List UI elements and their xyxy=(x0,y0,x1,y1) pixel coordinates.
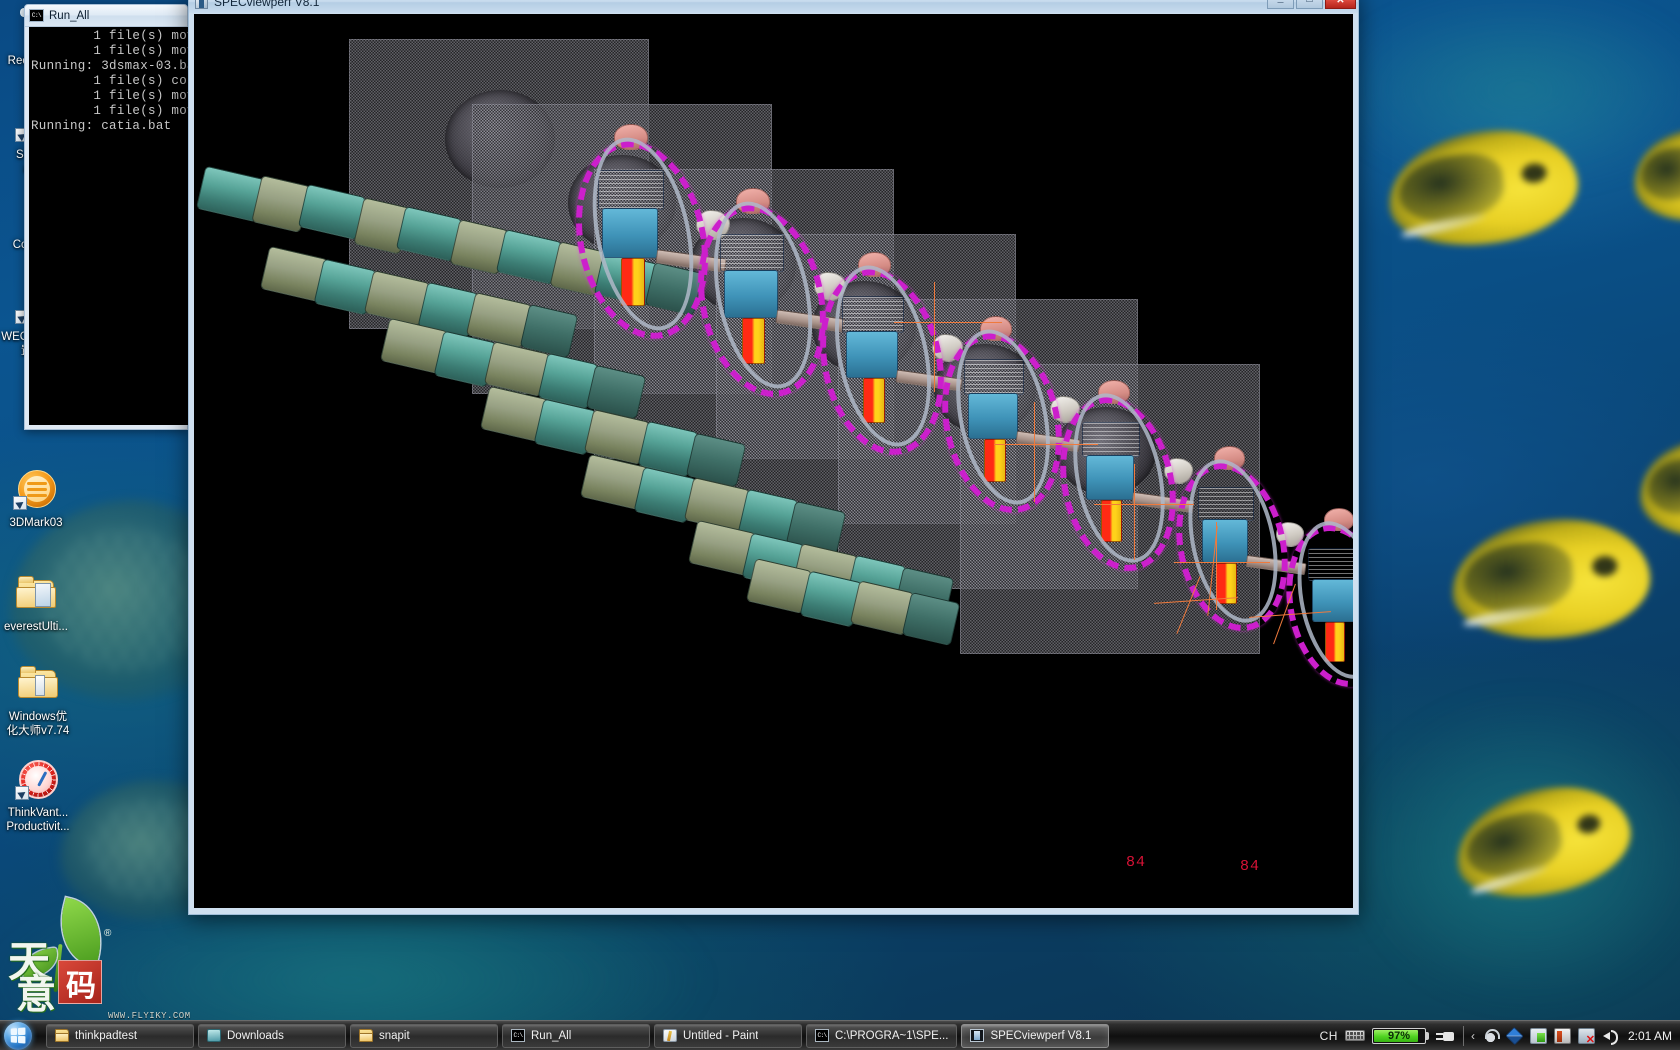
taskbar-button-label: C:\PROGRA~1\SPE... xyxy=(835,1029,949,1042)
console-line: Running: catia.bat xyxy=(31,119,172,133)
desktop-icon-label: everestUlti... xyxy=(4,621,68,633)
console-line: 1 file(s) mov xyxy=(31,89,191,103)
taskbar-button-label: snapit xyxy=(379,1029,410,1042)
fish xyxy=(1637,436,1680,540)
gauge-icon xyxy=(15,758,61,802)
display-icon[interactable] xyxy=(1529,1027,1547,1044)
taskbar-buttons: thinkpadtest Downloads snapit C:\ Run_Al… xyxy=(46,1023,1110,1048)
windows-logo-icon xyxy=(10,1026,26,1044)
desktop-icon-label: Windows优 化大师v7.74 xyxy=(6,711,70,737)
taskbar-button-specviewperf[interactable]: SPECviewperf V8.1 xyxy=(961,1023,1110,1048)
battery-indicator[interactable]: 97% xyxy=(1371,1027,1429,1044)
keyboard-icon[interactable] xyxy=(1344,1030,1365,1041)
paint-icon xyxy=(663,1029,677,1042)
specviewperf-app-icon xyxy=(195,0,208,9)
frame-counter-label: 84 xyxy=(1240,858,1261,875)
cmd-icon: C:\ xyxy=(815,1029,829,1042)
console-titlebar[interactable]: C:\ Run_All xyxy=(25,5,187,27)
minimize-button[interactable]: _ xyxy=(1267,0,1294,9)
network-disconnected-icon[interactable] xyxy=(1577,1027,1595,1046)
taskbar[interactable]: thinkpadtest Downloads snapit C:\ Run_Al… xyxy=(0,1020,1680,1050)
taskbar-button-label: Downloads xyxy=(227,1029,284,1042)
taskbar-button-label: thinkpadtest xyxy=(75,1029,138,1042)
desktop-icon-windows-optimizer[interactable]: Windows优 化大师v7.74 xyxy=(0,662,86,738)
shield-icon[interactable] xyxy=(1505,1026,1524,1045)
battery-icon[interactable] xyxy=(1553,1027,1571,1044)
folder-open-icon xyxy=(13,572,59,616)
fish xyxy=(1381,120,1585,256)
window-controls: _ □ ✕ xyxy=(1267,0,1356,9)
taskbar-button-label: SPECviewperf V8.1 xyxy=(990,1029,1092,1042)
console-line: 1 file(s) cop xyxy=(31,74,191,88)
network-icon[interactable] xyxy=(1481,1027,1500,1044)
console-line: 1 file(s) mov xyxy=(31,44,191,58)
specviewperf-titlebar[interactable]: SPECviewperf V8.1 _ □ ✕ xyxy=(189,0,1358,13)
folder-icon xyxy=(359,1029,373,1042)
system-tray: CH 97% ‹ 2:01 AM xyxy=(1320,1021,1680,1050)
taskbar-button-label: Untitled - Paint xyxy=(683,1029,759,1042)
taskbar-button-progra-spe[interactable]: C:\ C:\PROGRA~1\SPE... xyxy=(806,1023,958,1048)
folder-icon xyxy=(55,1029,69,1042)
desktop-icon-everest[interactable]: everestUlti... xyxy=(0,572,82,634)
watermark-square-char: 码 xyxy=(66,969,96,1004)
taskbar-button-snapit[interactable]: snapit xyxy=(350,1023,498,1048)
wallpaper-watermark: 天 意 ® 码 xyxy=(6,897,136,1018)
piston-assembly xyxy=(1272,506,1353,766)
cmd-icon: C:\ xyxy=(511,1029,525,1042)
fish xyxy=(1448,513,1654,645)
desktop-icon-label: ThinkVant... Productivit... xyxy=(6,807,70,833)
crankshaft-segment xyxy=(901,591,961,647)
taskbar-button-thinkpadtest[interactable]: thinkpadtest xyxy=(46,1023,194,1048)
console-line: 1 file(s) mov xyxy=(31,104,191,118)
window-title: SPECviewperf V8.1 xyxy=(214,0,320,9)
taskbar-button-run-all[interactable]: C:\ Run_All xyxy=(502,1023,650,1048)
maximize-button[interactable]: □ xyxy=(1296,0,1323,9)
frame-counter-label: 84 xyxy=(1126,854,1147,871)
console-line: 1 file(s) mov xyxy=(31,29,191,43)
show-hidden-icons-chevron[interactable]: ‹ xyxy=(1471,1029,1475,1043)
console-output[interactable]: 1 file(s) mov 1 file(s) mov Running: 3ds… xyxy=(29,27,191,425)
console-window-title: Run_All xyxy=(49,9,90,22)
desktop-icon-3dmark03[interactable]: 3DMark03 xyxy=(0,468,82,530)
folder-icon xyxy=(15,662,61,706)
watermark-registered: ® xyxy=(104,928,112,939)
desktop-icon-label: 3DMark03 xyxy=(9,517,63,529)
cad-model-catia-engine: 84 84 xyxy=(194,14,1353,908)
battery-percent-label: 97% xyxy=(1387,1029,1410,1042)
fish xyxy=(1630,124,1680,226)
cmd-icon: C:\ xyxy=(29,9,44,22)
3dmark-icon xyxy=(13,468,59,512)
taskbar-button-downloads[interactable]: Downloads xyxy=(198,1023,346,1048)
start-button[interactable] xyxy=(2,1021,36,1050)
spec-icon xyxy=(970,1029,985,1042)
close-button[interactable]: ✕ xyxy=(1325,0,1356,9)
volume-icon[interactable] xyxy=(1602,1028,1619,1045)
watermark-char-2: 意 xyxy=(16,972,56,1018)
tray-divider xyxy=(1462,1025,1464,1046)
power-plug-icon xyxy=(1435,1029,1456,1043)
taskbar-button-label: Run_All xyxy=(531,1029,572,1042)
run-all-console-window[interactable]: C:\ Run_All 1 file(s) mov 1 file(s) mov … xyxy=(24,4,191,430)
console-line: Running: 3dsmax-03.ba xyxy=(31,59,191,73)
downloads-icon xyxy=(207,1029,221,1042)
clock[interactable]: 2:01 AM xyxy=(1628,1029,1672,1043)
taskbar-button-paint[interactable]: Untitled - Paint xyxy=(654,1023,802,1048)
specviewperf-window[interactable]: SPECviewperf V8.1 _ □ ✕ 84 84 xyxy=(188,0,1359,915)
render-viewport[interactable]: 84 84 xyxy=(194,14,1353,908)
language-indicator[interactable]: CH xyxy=(1320,1029,1338,1043)
desktop-icon-thinkvantage[interactable]: ThinkVant... Productivit... xyxy=(0,758,86,834)
